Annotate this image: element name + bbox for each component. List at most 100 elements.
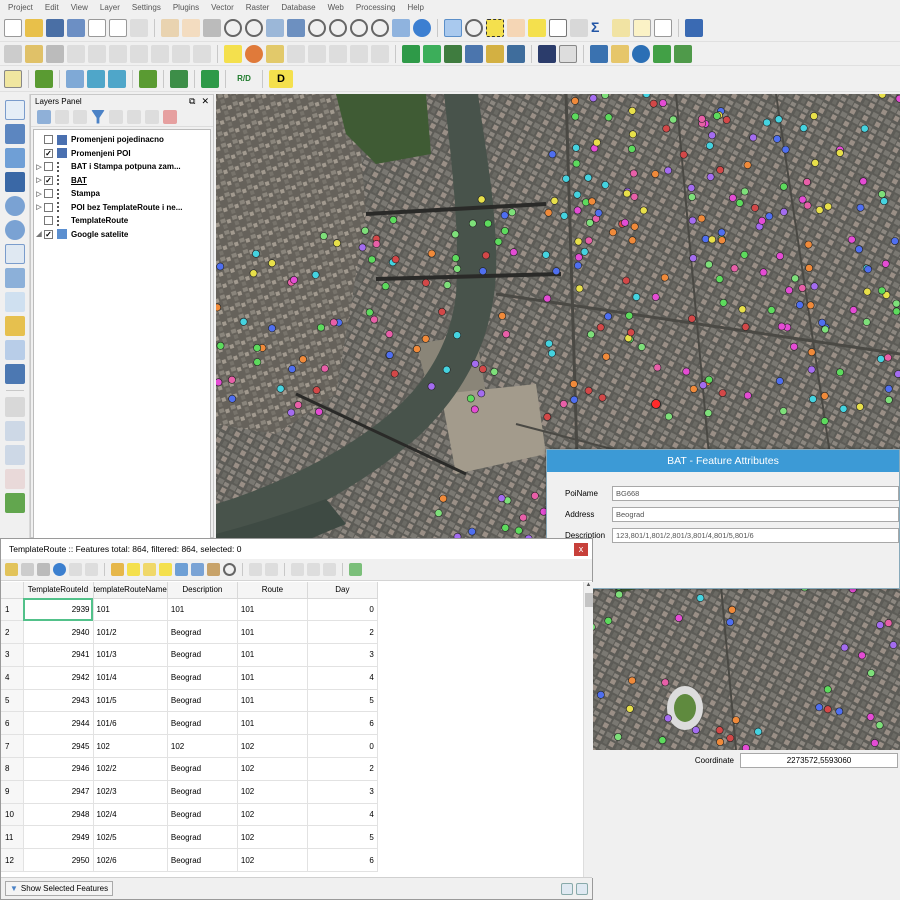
poi-marker[interactable]: [584, 386, 593, 395]
poi-marker[interactable]: [514, 526, 523, 535]
poi-marker[interactable]: [625, 704, 634, 713]
zoom-native-icon[interactable]: [266, 18, 284, 37]
table-cell[interactable]: 101/4: [93, 666, 168, 690]
description-field[interactable]: 123,801/1,801/2,801/3,801/4,801/5,801/6: [612, 527, 899, 543]
table-cell[interactable]: 102/5: [93, 825, 168, 850]
poi-marker[interactable]: [661, 678, 670, 687]
layer-row[interactable]: ▷ POI bez TemplateRoute i ne...: [34, 201, 210, 215]
table-cell[interactable]: Beograd: [167, 757, 238, 781]
poi-marker[interactable]: [494, 237, 503, 246]
poi-marker[interactable]: [815, 703, 824, 712]
poi-marker[interactable]: [543, 294, 552, 303]
poi-marker[interactable]: [862, 318, 871, 326]
poi-marker[interactable]: [688, 193, 696, 201]
poi-marker[interactable]: [312, 386, 321, 395]
poi-marker[interactable]: [781, 145, 790, 154]
identify-features-icon[interactable]: [444, 18, 462, 37]
poi-marker[interactable]: [545, 339, 553, 348]
plugin-trash-icon[interactable]: [170, 69, 188, 88]
table-cell[interactable]: 2950: [23, 848, 94, 873]
poi-marker[interactable]: [589, 94, 598, 103]
table-cell[interactable]: 102: [237, 734, 308, 759]
poi-marker[interactable]: [442, 365, 451, 374]
poi-marker[interactable]: [575, 284, 584, 293]
rotate-label-icon[interactable]: [350, 44, 368, 63]
plugin-tool-icon[interactable]: [611, 44, 629, 63]
poi-marker[interactable]: [811, 159, 820, 167]
poi-marker[interactable]: [601, 181, 610, 189]
poi-marker[interactable]: [716, 166, 725, 174]
zoom-to-selection-icon[interactable]: [308, 18, 326, 37]
table-cell[interactable]: Beograd: [167, 803, 238, 827]
digitize-line-icon[interactable]: [4, 421, 25, 441]
poi-marker[interactable]: [370, 315, 379, 324]
address-field[interactable]: Beograd: [612, 506, 899, 522]
layer-labeling-icon[interactable]: [245, 44, 263, 63]
poi-marker[interactable]: [484, 219, 492, 228]
toggle-editing-icon[interactable]: [5, 563, 18, 576]
poi-marker[interactable]: [468, 527, 476, 536]
poi-marker[interactable]: [604, 616, 613, 625]
layout-manager-icon[interactable]: [109, 18, 127, 37]
poi-marker[interactable]: [498, 311, 507, 320]
table-cell[interactable]: 5: [307, 689, 378, 713]
poi-marker[interactable]: [855, 245, 863, 254]
add-vector-icon[interactable]: [4, 100, 25, 120]
poi-marker[interactable]: [438, 307, 446, 316]
poi-marker[interactable]: [706, 173, 715, 181]
pan-to-selection-icon[interactable]: [203, 18, 221, 37]
zoom-next-icon[interactable]: [371, 18, 389, 37]
poi-marker[interactable]: [628, 236, 637, 245]
poi-marker[interactable]: [740, 187, 749, 196]
poi-marker[interactable]: [570, 395, 579, 404]
diagram-options-icon[interactable]: [266, 44, 284, 63]
poi-marker[interactable]: [572, 143, 580, 152]
coordinate-field[interactable]: 2273572,5593060: [740, 752, 898, 768]
poi-marker[interactable]: [880, 197, 888, 206]
new-project-icon[interactable]: [4, 18, 22, 37]
d-button[interactable]: D: [269, 69, 293, 88]
poi-marker[interactable]: [439, 494, 448, 503]
delete-selected-icon[interactable]: [130, 44, 148, 63]
table-cell[interactable]: 2945: [23, 734, 94, 759]
poi-marker[interactable]: [294, 401, 303, 409]
poi-marker[interactable]: [758, 216, 766, 225]
collapse-all-icon[interactable]: [145, 109, 159, 124]
poi-marker[interactable]: [798, 284, 807, 292]
layer-row[interactable]: Promenjeni pojedinacno: [34, 133, 210, 147]
poi-marker[interactable]: [892, 307, 900, 316]
table-cell[interactable]: 6: [307, 711, 378, 736]
poi-marker[interactable]: [569, 380, 578, 388]
poi-marker[interactable]: [751, 204, 759, 212]
poi-marker[interactable]: [490, 367, 499, 376]
poi-marker[interactable]: [738, 305, 747, 314]
poi-marker[interactable]: [884, 395, 893, 404]
poi-marker[interactable]: [696, 594, 705, 602]
poi-marker[interactable]: [807, 348, 816, 357]
table-cell[interactable]: Beograd: [167, 711, 238, 736]
georeferencer-icon[interactable]: [674, 44, 692, 63]
poi-marker[interactable]: [804, 240, 813, 249]
poi-marker[interactable]: [876, 621, 884, 629]
poi-marker[interactable]: [803, 178, 811, 186]
poi-marker[interactable]: [544, 208, 553, 217]
poi-marker[interactable]: [809, 395, 817, 403]
table-cell[interactable]: 2946: [23, 757, 94, 781]
run-feature-action-icon[interactable]: [465, 18, 483, 37]
move-label-icon[interactable]: [329, 44, 347, 63]
poi-marker[interactable]: [299, 355, 307, 364]
poi-marker[interactable]: [776, 252, 784, 260]
poi-marker[interactable]: [765, 212, 774, 221]
poi-marker[interactable]: [767, 306, 776, 314]
poi-marker[interactable]: [722, 115, 731, 124]
poi-marker[interactable]: [658, 736, 667, 745]
poi-marker[interactable]: [688, 216, 697, 225]
menu-project[interactable]: Project: [2, 3, 39, 12]
table-cell[interactable]: 2: [307, 757, 378, 781]
add-feature-icon[interactable]: [69, 563, 82, 576]
layer-row[interactable]: ◢ ✓ Google satelite: [34, 228, 210, 242]
select-features-icon[interactable]: [486, 18, 504, 37]
poi-marker[interactable]: [849, 306, 858, 314]
layer-visibility-checkbox[interactable]: ✓: [44, 175, 53, 185]
poi-marker[interactable]: [584, 236, 593, 245]
